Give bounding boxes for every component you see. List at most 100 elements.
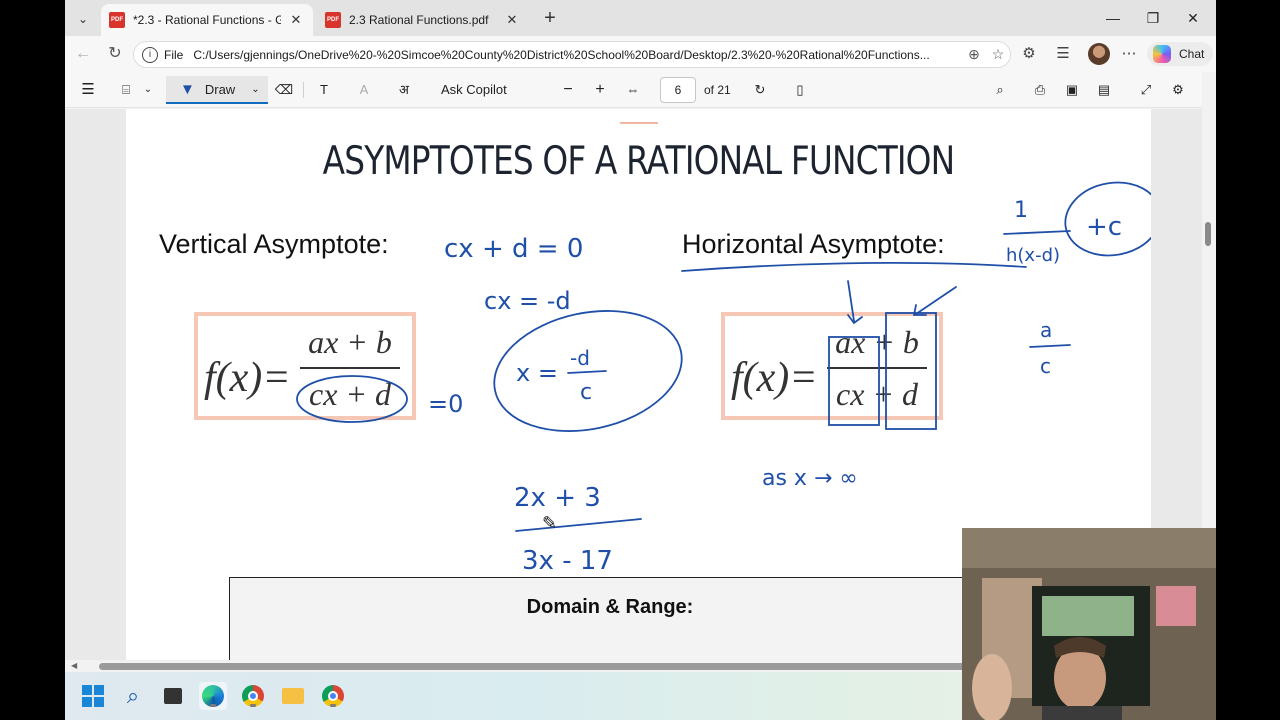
chevron-down-icon[interactable]: ⌄ bbox=[141, 79, 155, 101]
ink-neg-d: -d bbox=[570, 346, 590, 370]
ink-box-b-d bbox=[885, 312, 937, 430]
new-tab-button[interactable]: + bbox=[537, 7, 563, 31]
scheme-label: File bbox=[164, 47, 184, 62]
url-text: C:/Users/gjennings/OneDrive%20-%20Simcoe… bbox=[193, 47, 930, 62]
tab-title: *2.3 - Rational Functions - Google bbox=[133, 13, 281, 27]
search-icon[interactable]: ⌕ bbox=[119, 682, 147, 710]
ink-x-eq: x = bbox=[516, 359, 558, 387]
ink-circle-x-eq bbox=[493, 310, 683, 432]
contents-icon[interactable]: ☰ bbox=[77, 79, 99, 101]
ask-copilot-button[interactable]: Ask Copilot bbox=[441, 79, 507, 101]
save-icon[interactable]: ▣ bbox=[1061, 79, 1083, 101]
ink-example-numerator: 2x + 3 bbox=[514, 483, 601, 513]
ink-underline-horizontal bbox=[681, 262, 1027, 272]
vertical-scroll-thumb[interactable] bbox=[1205, 222, 1211, 246]
pdf-toolbar: ☰ ⌸ ⌄ ▼ Draw ⌄ ⌫ T A अ Ask Copilot − + ⇔… bbox=[65, 72, 1216, 108]
ink-arrow-left bbox=[847, 280, 863, 325]
domain-range-box: Domain & Range: bbox=[229, 577, 989, 660]
fit-page-icon[interactable]: ⇔ bbox=[621, 79, 645, 101]
print-icon[interactable]: ⎙ bbox=[1029, 79, 1051, 101]
fullscreen-icon[interactable]: ⤢ bbox=[1135, 79, 1157, 101]
close-window-icon[interactable]: ✕ bbox=[1173, 6, 1213, 30]
zoom-out-icon[interactable]: − bbox=[557, 79, 579, 101]
page-view-icon[interactable]: ▯ bbox=[789, 79, 811, 101]
ink-box-ax-cx bbox=[828, 336, 880, 426]
favorites-icon[interactable]: ☰ bbox=[1051, 44, 1075, 64]
running-indicator bbox=[330, 704, 336, 707]
file-explorer-icon[interactable] bbox=[279, 682, 307, 710]
favorite-star-icon[interactable]: ☆ bbox=[986, 46, 1010, 63]
task-view-icon[interactable] bbox=[159, 682, 187, 710]
close-tab-icon[interactable]: ✕ bbox=[287, 12, 305, 28]
copilot-chat-button[interactable]: Chat bbox=[1147, 42, 1213, 66]
ink-arrow-right bbox=[912, 286, 957, 316]
ink-ratio-a: a bbox=[1040, 318, 1052, 342]
extensions-icon[interactable]: ⚙ bbox=[1017, 44, 1041, 64]
address-bar-row: ← ↻ i File C:/Users/gjennings/OneDrive%2… bbox=[65, 36, 1216, 72]
start-windows-icon[interactable] bbox=[79, 682, 107, 710]
webcam-overlay bbox=[962, 528, 1216, 720]
windows-logo-icon bbox=[82, 685, 104, 707]
page-total: of 21 bbox=[704, 83, 731, 97]
search-icon[interactable]: ⌕ bbox=[989, 79, 1011, 101]
ink-as-x-to-infinity: as x → ∞ bbox=[762, 466, 858, 491]
translate-icon[interactable]: अ bbox=[393, 79, 415, 101]
ink-h-x-minus-d: h(x-d) bbox=[1006, 245, 1060, 266]
highlight-icon[interactable]: ⌸ bbox=[115, 79, 137, 101]
ink-c: c bbox=[580, 380, 592, 405]
divider bbox=[303, 82, 304, 98]
running-indicator bbox=[250, 704, 256, 707]
tab-google-doc[interactable]: PDF *2.3 - Rational Functions - Google ✕ bbox=[101, 4, 313, 36]
zoom-icon[interactable]: ⊕ bbox=[962, 46, 986, 63]
horizontal-scroll-thumb[interactable] bbox=[99, 663, 969, 670]
edge-taskbar-icon[interactable] bbox=[199, 682, 227, 710]
tab-strip: ⌄ PDF *2.3 - Rational Functions - Google… bbox=[65, 0, 1216, 36]
domain-range-heading: Domain & Range: bbox=[526, 596, 694, 618]
pen-cursor-icon: ✎ bbox=[542, 513, 557, 533]
settings-gear-icon[interactable]: ⚙ bbox=[1167, 79, 1189, 101]
screen: ⌄ PDF *2.3 - Rational Functions - Google… bbox=[0, 0, 1280, 720]
tab-actions-menu-icon[interactable]: ⌄ bbox=[69, 6, 97, 32]
chrome-profile-taskbar-icon[interactable] bbox=[319, 682, 347, 710]
draw-button[interactable]: ▼ Draw ⌄ bbox=[166, 76, 268, 104]
ink-example-bar bbox=[515, 518, 642, 532]
refresh-icon[interactable]: ↻ bbox=[101, 42, 129, 66]
ink-fraction-line bbox=[567, 370, 607, 374]
zoom-in-icon[interactable]: + bbox=[589, 79, 611, 101]
ink-one: 1 bbox=[1014, 198, 1028, 223]
add-text-icon[interactable]: T bbox=[313, 79, 335, 101]
back-icon[interactable]: ← bbox=[69, 42, 97, 66]
chat-label: Chat bbox=[1179, 47, 1205, 61]
ink-cx-plus-d-eq-0: cx + d = 0 bbox=[444, 234, 583, 264]
folder-icon bbox=[282, 688, 304, 704]
minimize-icon[interactable]: — bbox=[1093, 6, 1133, 30]
eraser-icon[interactable]: ⌫ bbox=[273, 79, 295, 101]
info-icon[interactable]: i bbox=[142, 46, 158, 63]
ink-fraction-line bbox=[1029, 344, 1071, 348]
pdf-icon: PDF bbox=[109, 12, 125, 28]
rotate-icon[interactable]: ↻ bbox=[749, 79, 771, 101]
webcam-video bbox=[962, 528, 1216, 720]
ink-example-denominator: 3x - 17 bbox=[522, 546, 613, 576]
scroll-left-icon[interactable]: ◀ bbox=[71, 661, 77, 670]
chrome-taskbar-icon[interactable] bbox=[239, 682, 267, 710]
tab-pdf[interactable]: PDF 2.3 Rational Functions.pdf ✕ bbox=[317, 4, 529, 36]
ink-eq-zero: =0 bbox=[428, 390, 463, 418]
more-menu-icon[interactable]: ⋯ bbox=[1117, 44, 1141, 64]
ink-circle-denominator bbox=[296, 375, 408, 423]
ink-fraction-line bbox=[1003, 230, 1071, 235]
page-number-input[interactable]: 6 bbox=[660, 77, 696, 103]
draw-label: Draw bbox=[204, 81, 236, 97]
save-as-icon[interactable]: ▤ bbox=[1093, 79, 1115, 101]
restore-icon[interactable]: ❐ bbox=[1133, 6, 1173, 30]
copilot-icon bbox=[1153, 45, 1171, 63]
pdf-icon: PDF bbox=[325, 12, 341, 28]
ink-cx-eq-neg-d: cx = -d bbox=[484, 287, 571, 315]
ink-ratio-c: c bbox=[1040, 354, 1051, 378]
tab-title: 2.3 Rational Functions.pdf bbox=[349, 13, 489, 27]
pen-icon: ▼ bbox=[180, 80, 195, 98]
address-input[interactable]: i File C:/Users/gjennings/OneDrive%20-%2… bbox=[133, 41, 1011, 68]
profile-avatar[interactable] bbox=[1088, 43, 1110, 65]
close-tab-icon[interactable]: ✕ bbox=[503, 12, 521, 28]
chevron-down-icon[interactable]: ⌄ bbox=[251, 84, 259, 95]
